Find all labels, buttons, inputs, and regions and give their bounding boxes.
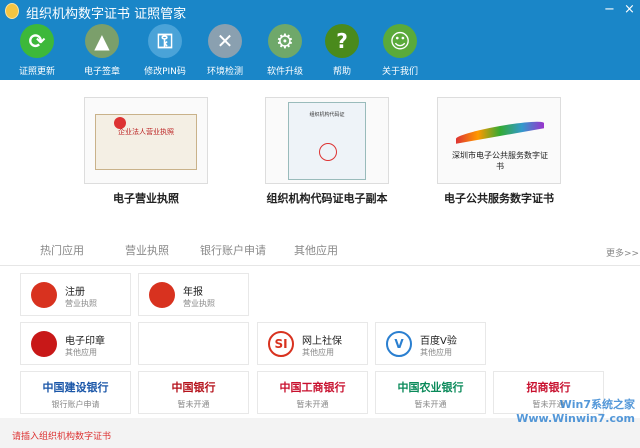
refresh-icon: ⟳ bbox=[20, 24, 54, 58]
certificate-label[interactable]: 电子公共服务数字证书 bbox=[399, 190, 599, 206]
toolbar-label: 帮助 bbox=[332, 67, 351, 77]
image-text: 企业法人营业执照 bbox=[118, 128, 174, 136]
app-icon: V bbox=[386, 331, 412, 357]
certificate-label[interactable]: 电子营业执照 bbox=[46, 190, 246, 206]
app-tile[interactable]: 电子印章 其他应用 bbox=[20, 322, 131, 365]
toolbar-label: 修改PIN码 bbox=[144, 67, 186, 77]
certificate-image[interactable]: 深圳市电子公共服务数字证书 bbox=[437, 97, 561, 184]
bank-logo: 招商银行 bbox=[526, 381, 571, 394]
tab-business-license[interactable]: 营业执照 bbox=[125, 242, 169, 258]
tab-hot-apps[interactable]: 热门应用 bbox=[40, 242, 84, 258]
toolbar-button-1[interactable]: ▲ 电子签章 bbox=[70, 24, 134, 77]
toolbar-label: 证照更新 bbox=[18, 67, 55, 77]
app-icon: SI bbox=[268, 331, 294, 357]
app-name: 注册 bbox=[65, 287, 85, 298]
app-name: 年报 bbox=[183, 287, 203, 298]
bank-status: 暂未开通 bbox=[177, 400, 210, 409]
toolbar-label: 环境检测 bbox=[206, 67, 243, 77]
app-name: 电子印章 bbox=[65, 336, 105, 347]
app-tile[interactable]: SI 网上社保 其他应用 bbox=[257, 322, 368, 365]
more-link[interactable]: 更多>> bbox=[606, 246, 639, 259]
toolbar-button-2[interactable]: ⚿ 修改PIN码 bbox=[133, 24, 197, 77]
help-icon: ? bbox=[325, 24, 359, 58]
bank-logo: 中国建设银行 bbox=[42, 381, 109, 394]
bank-logo: 中国银行 bbox=[171, 381, 216, 394]
minimize-button[interactable]: − bbox=[604, 2, 615, 17]
close-button[interactable]: × bbox=[624, 2, 635, 17]
app-category: 其他应用 bbox=[302, 348, 334, 357]
app-tile[interactable]: 年报 营业执照 bbox=[138, 273, 249, 316]
title-bar: 组织机构数字证书 证照管家 − × ⟳ 证照更新 ▲ 电子签章 ⚿ 修改PIN码 ✕ 环境检测… bbox=[0, 0, 640, 80]
app-name: 网上社保 bbox=[302, 336, 342, 347]
app-logo-icon bbox=[5, 3, 19, 19]
toolbar-button-3[interactable]: ✕ 环境检测 bbox=[193, 24, 257, 77]
gear-icon: ⚙ bbox=[268, 24, 302, 58]
divider bbox=[0, 265, 640, 266]
toolbar-button-6[interactable]: ☺ 关于我们 bbox=[368, 24, 432, 77]
toolbar-button-0[interactable]: ⟳ 证照更新 bbox=[5, 24, 69, 77]
app-category: 营业执照 bbox=[65, 299, 97, 308]
app-name: 百度V验 bbox=[420, 336, 457, 347]
toolbar-button-5[interactable]: ? 帮助 bbox=[310, 24, 374, 77]
bank-logo: 中国农业银行 bbox=[397, 381, 464, 394]
toolbar-button-4[interactable]: ⚙ 软件升级 bbox=[253, 24, 317, 77]
bank-tile[interactable]: 中国工商银行暂未开通 bbox=[257, 371, 368, 414]
bank-tile[interactable]: 中国银行 暂未开通 bbox=[138, 371, 249, 414]
stamp-icon: ▲ bbox=[85, 24, 119, 58]
bank-logo: 中国工商银行 bbox=[279, 381, 346, 394]
app-tile[interactable]: 注册 营业执照 bbox=[20, 273, 131, 316]
empty-tile bbox=[138, 322, 249, 365]
app-icon bbox=[31, 331, 57, 357]
app-category: 其他应用 bbox=[420, 348, 452, 357]
toolbar-label: 电子签章 bbox=[83, 67, 120, 77]
users-icon: ☺ bbox=[383, 24, 417, 58]
window-title: 组织机构数字证书 证照管家 bbox=[26, 7, 187, 22]
bank-status: 暂未开通 bbox=[296, 400, 329, 409]
image-text: 深圳市电子公共服务数字证书 bbox=[452, 151, 548, 171]
toolbar-label: 关于我们 bbox=[381, 67, 418, 77]
app-icon bbox=[31, 282, 57, 308]
tools-icon: ✕ bbox=[208, 24, 242, 58]
status-text: 请插入组织机构数字证书 bbox=[12, 432, 112, 442]
bank-status: 银行账户申请 bbox=[51, 400, 100, 409]
app-tile[interactable]: V 百度V验 其他应用 bbox=[375, 322, 486, 365]
certificate-image[interactable]: 企业法人营业执照 bbox=[84, 97, 208, 184]
app-category: 营业执照 bbox=[183, 299, 215, 308]
key-icon: ⚿ bbox=[148, 24, 182, 58]
tab-bank-account[interactable]: 银行账户申请 bbox=[200, 242, 266, 258]
app-category: 其他应用 bbox=[65, 348, 97, 357]
bank-status: 暂未开通 bbox=[414, 400, 447, 409]
tab-other-apps[interactable]: 其他应用 bbox=[294, 242, 338, 258]
image-text: 组织机构代码证 bbox=[309, 112, 345, 118]
bank-tile[interactable]: 中国建设银行银行账户申请 bbox=[20, 371, 131, 414]
certificate-image[interactable]: 组织机构代码证 bbox=[265, 97, 389, 184]
watermark: Win7系统之家 Www.Winwin7.com bbox=[516, 398, 635, 425]
toolbar-label: 软件升级 bbox=[266, 67, 303, 77]
certificate-label[interactable]: 组织机构代码证电子副本 bbox=[227, 190, 427, 206]
app-icon bbox=[149, 282, 175, 308]
